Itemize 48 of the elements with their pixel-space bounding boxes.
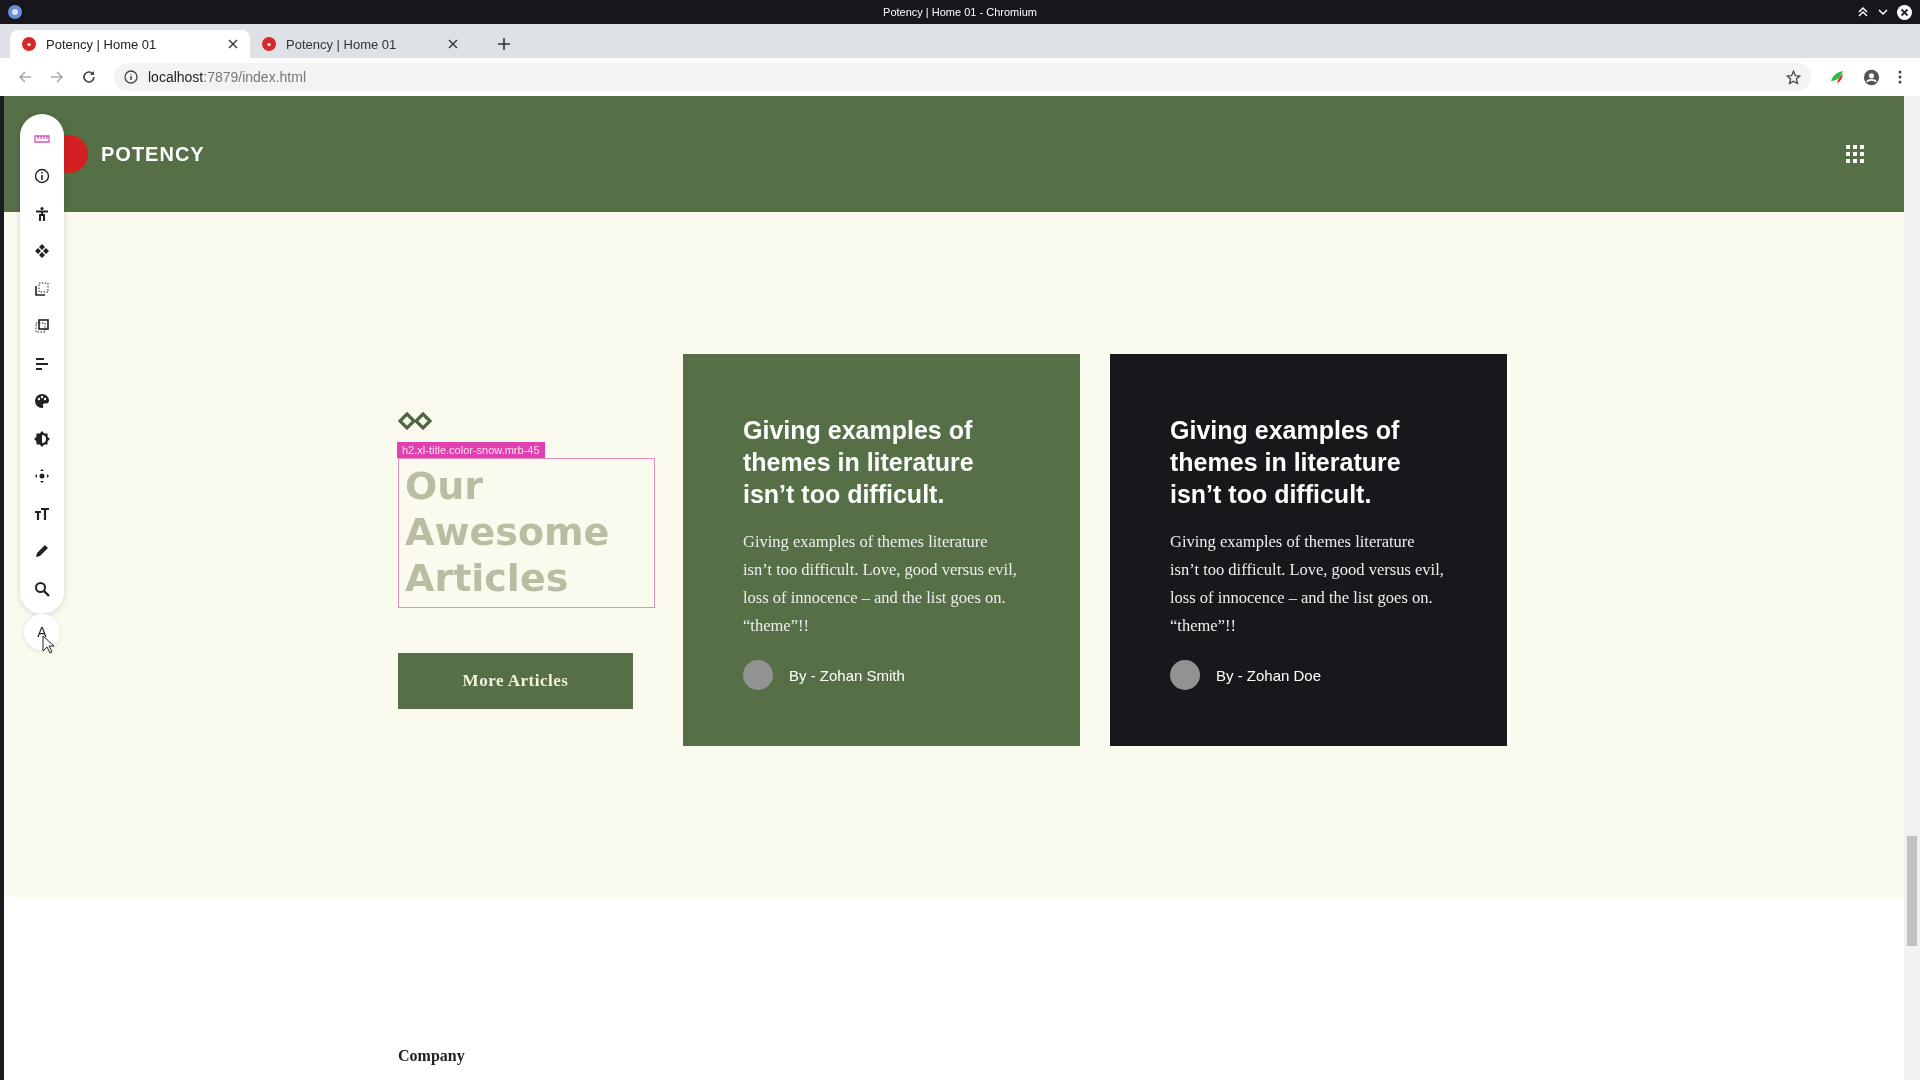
browser-tab[interactable]: Potency | Home 01 [250, 30, 470, 58]
close-icon[interactable] [228, 39, 238, 49]
maximize-icon[interactable] [1857, 6, 1869, 18]
extension-icon[interactable] [1829, 69, 1845, 85]
cursor-icon [42, 635, 55, 654]
avatar [743, 660, 773, 690]
bars-icon [34, 355, 50, 372]
author-name: By - Zohan Smith [789, 666, 905, 684]
star-icon[interactable] [1786, 69, 1801, 85]
pencil-icon [34, 543, 50, 560]
author-name: By - Zohan Doe [1216, 666, 1322, 684]
site-favicon-icon [22, 37, 36, 51]
text-size-icon [34, 505, 50, 522]
address-field[interactable]: localhost:7879/index.html [114, 63, 1811, 91]
account-icon[interactable] [1863, 68, 1880, 86]
footer-heading: Company [398, 1047, 465, 1064]
brand-name[interactable]: POTENCY [101, 142, 205, 166]
search-icon [34, 580, 50, 597]
diamonds-icon [398, 412, 432, 430]
minimize-icon[interactable] [1877, 6, 1889, 18]
dashed-squares-icon [34, 280, 50, 297]
scrollbar[interactable] [1904, 96, 1920, 1080]
window-title: Potency | Home 01 - Chromium [882, 6, 1038, 18]
reload-icon[interactable] [82, 70, 96, 84]
selector-label: h2.xl-title.color-snow.mrb-45 [397, 442, 545, 458]
browser-tab[interactable]: Potency | Home 01 [10, 30, 250, 58]
close-icon[interactable] [448, 39, 458, 49]
dots-icon [34, 243, 50, 260]
palette-icon [34, 393, 50, 410]
article-excerpt: Giving examples of themes literature isn’t too difficult. Love, good versus evil, loss of innocence – and the list goes on. “theme”!! [1170, 531, 1445, 637]
dashed-square-icon [34, 318, 50, 335]
info-icon [34, 168, 50, 185]
grid-menu-icon[interactable] [1846, 145, 1864, 163]
contrast-icon [34, 430, 50, 447]
new-tab-icon[interactable] [498, 38, 510, 50]
menu-icon[interactable] [1898, 70, 1902, 84]
browser-logo-icon [8, 5, 22, 19]
section-title: Our Awesome Articles [405, 463, 611, 601]
avatar [1170, 660, 1200, 690]
close-icon[interactable] [1897, 4, 1912, 20]
site-favicon-icon [262, 37, 276, 51]
more-articles-button[interactable]: More Articles [398, 653, 633, 709]
info-icon [124, 70, 138, 84]
figure-icon [34, 205, 50, 222]
article-excerpt: Giving examples of themes literature isn’t too difficult. Love, good versus evil, loss of innocence – and the list goes on. “theme”!! [743, 531, 1018, 637]
article-title[interactable]: Giving examples of themes in literature isn’t too difficult. [1170, 414, 1440, 510]
article-title[interactable]: Giving examples of themes in literature isn’t too difficult. [743, 414, 1013, 510]
move-icon [34, 468, 50, 485]
